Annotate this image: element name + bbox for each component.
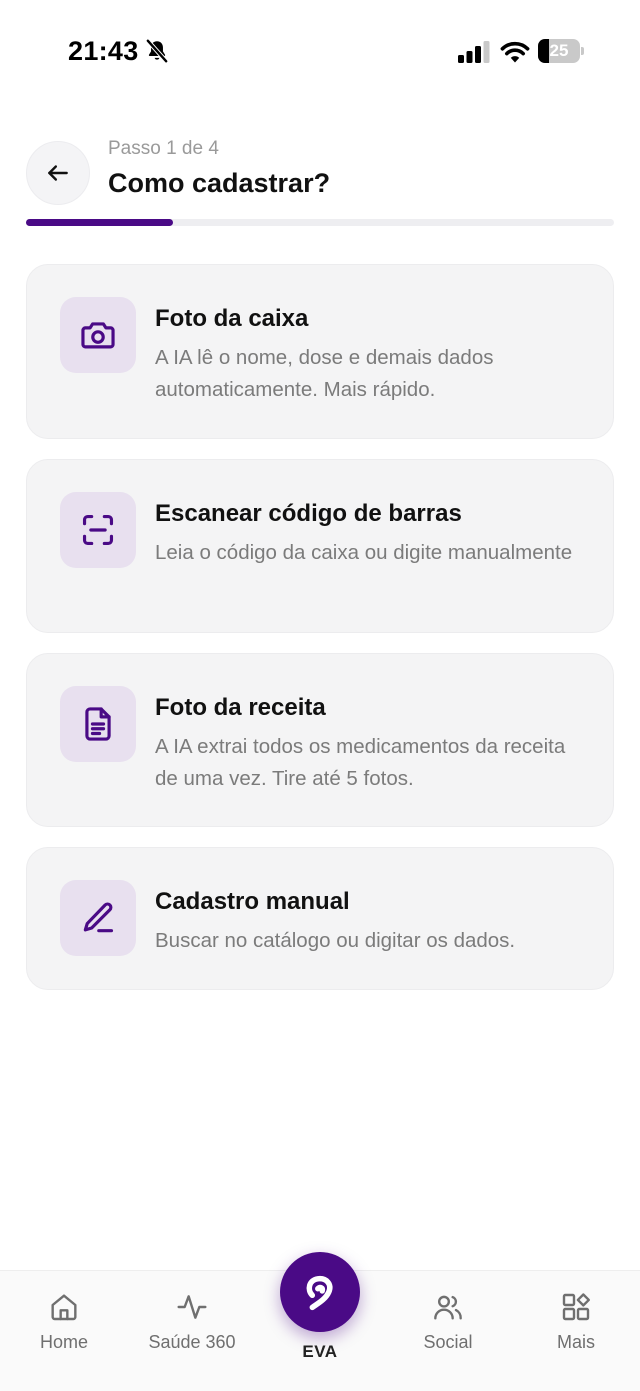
nav-item-health-360[interactable]: Saúde 360 xyxy=(128,1271,256,1381)
users-icon xyxy=(434,1295,462,1320)
nav-label-social: Social xyxy=(423,1332,473,1352)
page-title: Como cadastrar? xyxy=(108,168,331,198)
option-card-barcode[interactable]: Escanear código de barras Leia o código … xyxy=(26,459,614,633)
option-title: Cadastro manual xyxy=(155,888,350,915)
nav-item-more[interactable]: Mais xyxy=(512,1271,640,1381)
option-card-manual[interactable]: Cadastro manual Buscar no catálogo ou di… xyxy=(26,847,614,990)
back-button[interactable] xyxy=(26,141,90,205)
battery-body: 25 xyxy=(538,39,580,63)
bell-muted-icon xyxy=(146,39,168,63)
nav-label-health-360: Saúde 360 xyxy=(148,1332,236,1352)
home-icon xyxy=(51,1294,77,1321)
battery-level: 25 xyxy=(549,41,569,60)
document-icon xyxy=(85,707,111,741)
battery-cap xyxy=(581,47,584,55)
cellular-signal-icon xyxy=(458,41,490,63)
option-icon-container xyxy=(60,297,136,373)
option-description: Buscar no catálogo ou digitar os dados. xyxy=(155,929,516,952)
pencil-icon xyxy=(83,902,114,933)
barcode-scan-icon xyxy=(82,514,114,546)
progress-bar xyxy=(26,219,614,226)
camera-icon xyxy=(81,322,115,349)
option-card-box-photo[interactable]: Foto da caixa A IA lê o nome, dose e dem… xyxy=(26,264,614,439)
status-time: 21:43 xyxy=(68,36,139,66)
nav-item-social[interactable]: Social xyxy=(384,1271,512,1381)
option-title: Foto da receita xyxy=(155,694,326,721)
eva-assistant-button[interactable] xyxy=(280,1252,360,1332)
option-description: A IA lê o nome, dose e demais dados auto… xyxy=(155,346,494,401)
option-icon-container xyxy=(60,880,136,956)
step-indicator: Passo 1 de 4 xyxy=(108,138,219,159)
nav-label-more: Mais xyxy=(556,1332,595,1352)
option-card-prescription-photo[interactable]: Foto da receita A IA extrai todos os med… xyxy=(26,653,614,827)
activity-icon xyxy=(177,1295,207,1319)
option-title: Foto da caixa xyxy=(155,305,309,332)
status-bar: 21:43 25 xyxy=(0,0,640,104)
option-title: Escanear código de barras xyxy=(155,500,462,527)
option-icon-container xyxy=(60,686,136,762)
wifi-icon xyxy=(500,41,530,63)
eva-logo-icon xyxy=(306,1275,333,1311)
progress-bar-fill xyxy=(26,219,173,226)
arrow-left-icon xyxy=(48,165,68,181)
nav-item-home[interactable]: Home xyxy=(0,1271,128,1381)
option-icon-container xyxy=(60,492,136,568)
nav-label-home: Home xyxy=(39,1332,88,1352)
apps-grid-icon xyxy=(562,1293,590,1321)
option-description: A IA extrai todos os medicamentos da rec… xyxy=(155,735,566,790)
nav-label-eva: EVA xyxy=(302,1342,338,1361)
battery-icon: 25 xyxy=(538,39,584,63)
option-description: Leia o código da caixa ou digite manualm… xyxy=(155,541,573,564)
